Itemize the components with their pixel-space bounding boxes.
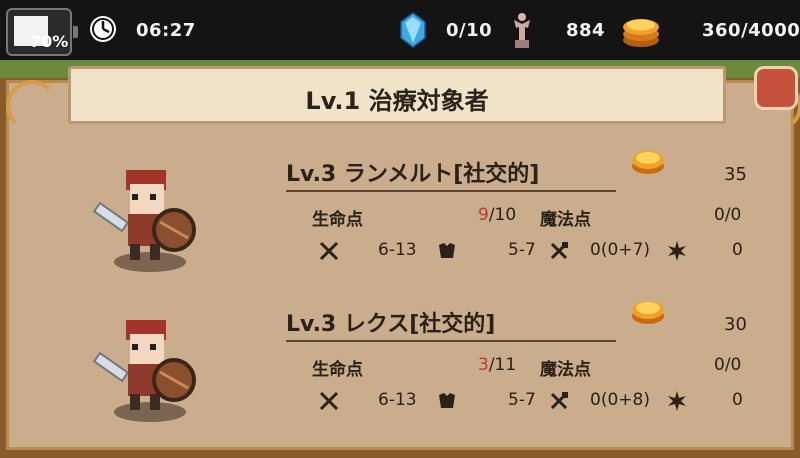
patient-entry[interactable]: Lv.3 ランメルト[社交的] 35 生命点 9/10 魔法点 0/0 6-13…	[90, 150, 770, 300]
hp-label: 生命点	[312, 210, 363, 230]
attack-value: 6-13	[378, 390, 417, 410]
defense-value: 5-7	[508, 240, 536, 260]
repair-value: 0(0+8)	[590, 390, 650, 410]
adventurer-sprite	[92, 320, 196, 422]
patient-name: Lv.3 ランメルト[社交的]	[286, 162, 540, 187]
defense-value: 5-7	[508, 390, 536, 410]
armor-icon	[439, 393, 455, 408]
hp-max: /11	[488, 355, 517, 375]
mp-value: 0/0	[714, 205, 742, 225]
name-underline	[286, 190, 616, 192]
clock-icon	[90, 16, 116, 42]
side-close-button[interactable]	[754, 66, 798, 110]
hp-label: 生命点	[312, 360, 363, 380]
mp-label: 魔法点	[540, 360, 591, 380]
repair-value: 0(0+7)	[590, 240, 650, 260]
mp-label: 魔法点	[540, 210, 591, 230]
gold-coin-icon	[632, 301, 664, 324]
burst-icon	[668, 391, 686, 411]
heal-cost: 30	[724, 314, 747, 335]
battery-percent: 70%	[30, 32, 69, 51]
tools-icon	[550, 242, 568, 260]
hp-current: 9	[478, 205, 489, 225]
gem-icon	[400, 12, 426, 48]
clock-time: 06:27	[136, 20, 196, 41]
statue-count: 884	[566, 20, 606, 41]
armor-icon	[439, 243, 455, 258]
patient-entry[interactable]: Lv.3 レクス[社交的] 30 生命点 3/11 魔法点 0/0 6-13 5…	[90, 300, 770, 450]
special-value: 0	[732, 240, 743, 260]
crossed-swords-icon	[319, 391, 339, 411]
gold-count: 360/4000	[702, 20, 800, 41]
frame-corner-ornament	[6, 80, 58, 132]
title-banner: Lv.1 治療対象者	[68, 66, 726, 124]
top-status-bar: 70% 06:27 0/10 884 360/4000	[0, 0, 800, 62]
attack-value: 6-13	[378, 240, 417, 260]
burst-icon	[668, 241, 686, 261]
special-value: 0	[732, 390, 743, 410]
page-title: Lv.1 治療対象者	[305, 87, 489, 115]
heal-cost: 35	[724, 164, 747, 185]
hp-max: /10	[488, 205, 517, 225]
gem-count: 0/10	[446, 20, 493, 41]
gold-coin-icon	[623, 19, 659, 47]
adventurer-sprite	[92, 170, 196, 272]
name-underline	[286, 340, 616, 342]
tools-icon	[550, 392, 568, 410]
statue-icon	[514, 13, 530, 48]
hp-current: 3	[478, 355, 489, 375]
crossed-swords-icon	[319, 241, 339, 261]
patient-name: Lv.3 レクス[社交的]	[286, 312, 496, 337]
battery-icon: 70%	[6, 8, 78, 56]
mp-value: 0/0	[714, 355, 742, 375]
gold-coin-icon	[632, 151, 664, 174]
